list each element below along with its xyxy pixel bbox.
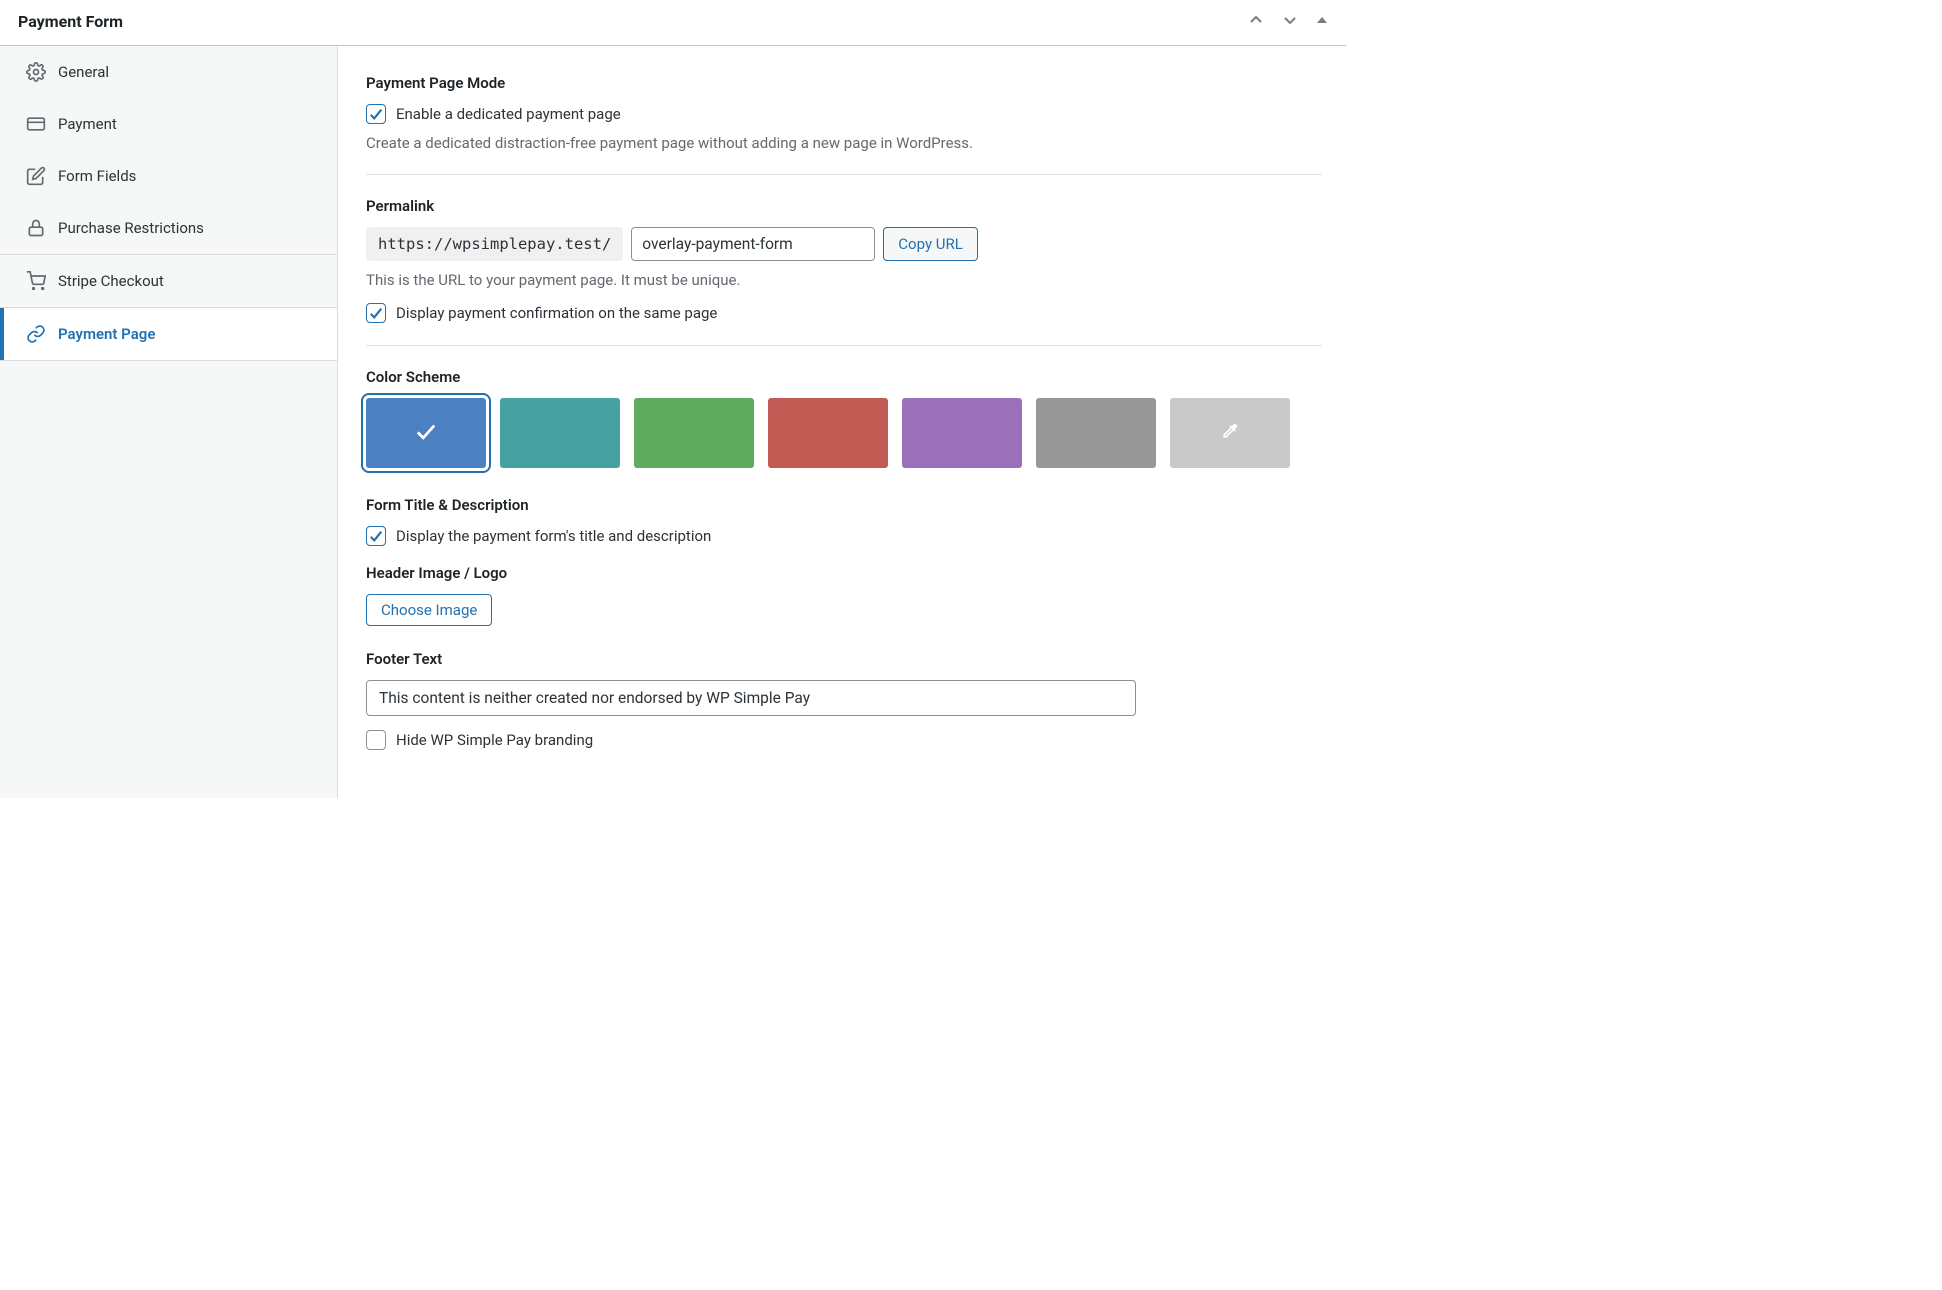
gear-icon <box>26 62 46 82</box>
tab-form-fields[interactable]: Form Fields <box>0 150 337 202</box>
divider <box>366 345 1322 346</box>
payment-page-mode-label: Payment Page Mode <box>366 74 1322 92</box>
tab-payment-page[interactable]: Payment Page <box>0 308 337 360</box>
color-swatches <box>366 398 1322 468</box>
permalink-prefix: https://wpsimplepay.test/ <box>366 227 623 261</box>
chevron-down-icon <box>1282 12 1298 31</box>
tab-label: Form Fields <box>58 167 136 185</box>
tab-payment[interactable]: Payment <box>0 98 337 150</box>
color-scheme-label: Color Scheme <box>366 368 1322 386</box>
footer-text-label: Footer Text <box>366 650 1322 668</box>
color-swatch-purple[interactable] <box>902 398 1022 468</box>
checkbox-label: Display payment confirmation on the same… <box>396 304 717 322</box>
eyedropper-icon <box>1220 421 1240 445</box>
checkbox-label: Hide WP Simple Pay branding <box>396 731 593 749</box>
tab-stripe-checkout[interactable]: Stripe Checkout <box>0 255 337 307</box>
color-swatch-green[interactable] <box>634 398 754 468</box>
edit-icon <box>26 166 46 186</box>
tab-label: Purchase Restrictions <box>58 219 204 237</box>
color-swatch-teal[interactable] <box>500 398 620 468</box>
card-icon <box>26 114 46 134</box>
lock-icon <box>26 218 46 238</box>
move-down-button[interactable] <box>1280 10 1300 33</box>
tab-label: Payment Page <box>58 325 155 343</box>
choose-image-button[interactable]: Choose Image <box>366 594 492 626</box>
triangle-up-icon <box>1316 14 1328 29</box>
footer-text-input[interactable] <box>366 680 1136 716</box>
color-swatch-blue[interactable] <box>366 398 486 468</box>
header-image-label: Header Image / Logo <box>366 564 1322 582</box>
color-swatch-red[interactable] <box>768 398 888 468</box>
tab-label: Stripe Checkout <box>58 272 164 290</box>
tab-purchase-restrictions[interactable]: Purchase Restrictions <box>0 202 337 254</box>
permalink-label: Permalink <box>366 197 1322 215</box>
enable-dedicated-page-checkbox[interactable] <box>366 104 386 124</box>
color-swatch-gray[interactable] <box>1036 398 1156 468</box>
move-up-button[interactable] <box>1246 10 1266 33</box>
copy-url-button[interactable]: Copy URL <box>883 227 978 261</box>
mode-helper-text: Create a dedicated distraction-free paym… <box>366 134 1322 152</box>
panel-header: Payment Form <box>0 0 1346 46</box>
link-icon <box>26 324 46 344</box>
panel-controls <box>1246 10 1330 33</box>
divider <box>366 174 1322 175</box>
checkbox-label: Enable a dedicated payment page <box>396 105 621 123</box>
checkbox-label: Display the payment form's title and des… <box>396 527 711 545</box>
display-confirmation-checkbox[interactable] <box>366 303 386 323</box>
tab-general[interactable]: General <box>0 46 337 98</box>
panel-title: Payment Form <box>18 12 123 31</box>
settings-tabs: General Payment Form Fields <box>0 46 338 798</box>
permalink-helper-text: This is the URL to your payment page. It… <box>366 271 1322 289</box>
settings-content: Payment Page Mode Enable a dedicated pay… <box>338 46 1346 798</box>
cart-icon <box>26 271 46 291</box>
tab-label: General <box>58 63 109 81</box>
permalink-slug-input[interactable] <box>631 227 875 261</box>
form-title-desc-label: Form Title & Description <box>366 496 1322 514</box>
check-icon <box>415 420 437 446</box>
color-swatch-custom[interactable] <box>1170 398 1290 468</box>
chevron-up-icon <box>1248 12 1264 31</box>
tab-label: Payment <box>58 115 117 133</box>
hide-branding-checkbox[interactable] <box>366 730 386 750</box>
collapse-button[interactable] <box>1314 12 1330 31</box>
display-title-desc-checkbox[interactable] <box>366 526 386 546</box>
